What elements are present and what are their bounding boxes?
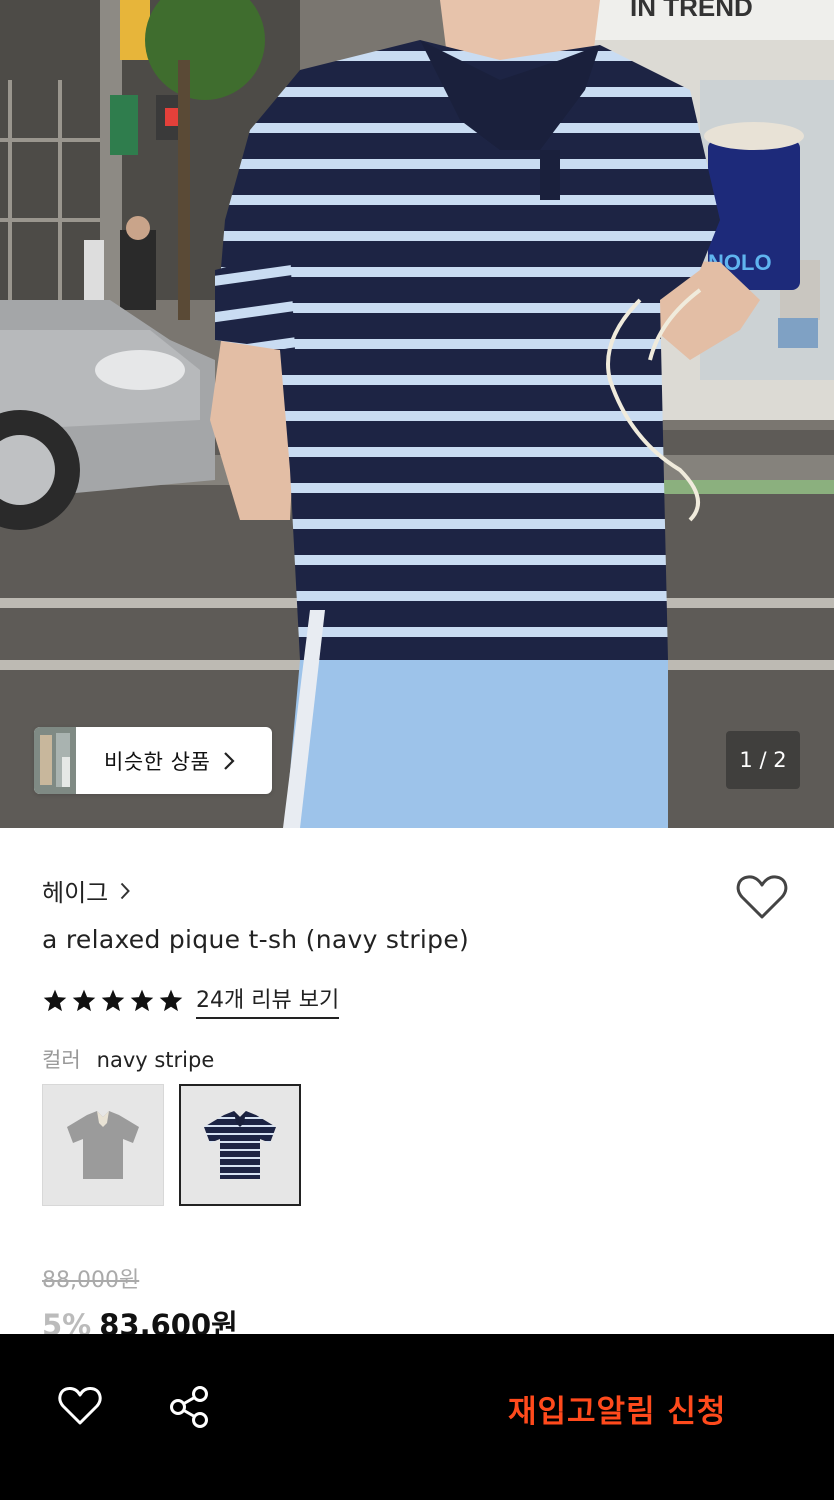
heart-icon[interactable] <box>736 874 788 920</box>
original-price: 88,000원 <box>42 1268 140 1293</box>
star-icon <box>43 989 67 1012</box>
similar-products-label: 비슷한 상품 <box>104 749 211 774</box>
product-photo: IN TREND NOLO <box>0 0 834 828</box>
star-icon <box>159 989 183 1012</box>
color-option-row: 컬러 navy stripe <box>42 1044 214 1074</box>
bottom-action-bar: 재입고알림 신청 <box>0 1334 834 1500</box>
brand-name: 헤이그 <box>42 879 109 907</box>
reviews-link[interactable]: 24개 리뷰 보기 <box>196 982 340 1019</box>
color-swatches <box>42 1084 301 1206</box>
chevron-right-icon <box>121 882 131 899</box>
product-title: a relaxed pique t-sh (navy stripe) <box>42 925 470 954</box>
restock-alert-button[interactable]: 재입고알림 신청 <box>508 1386 726 1431</box>
selected-color-value: navy stripe <box>96 1048 215 1072</box>
color-swatch-gray[interactable] <box>42 1084 164 1206</box>
rating-stars <box>42 988 184 1013</box>
image-pager-indicator: 1 / 2 <box>726 731 800 789</box>
similar-products-button[interactable]: 비슷한 상품 <box>34 727 272 794</box>
chevron-right-icon <box>224 751 235 770</box>
star-icon <box>130 989 154 1012</box>
building-sign-text: IN TREND <box>630 0 753 22</box>
star-icon <box>101 989 125 1012</box>
similar-products-thumbnail <box>34 727 76 794</box>
star-icon <box>72 989 96 1012</box>
color-swatch-navy-stripe[interactable] <box>179 1084 301 1206</box>
share-icon[interactable] <box>168 1385 210 1429</box>
color-label: 컬러 <box>42 1048 81 1072</box>
rating-row: 24개 리뷰 보기 <box>42 982 340 1019</box>
brand-link[interactable]: 헤이그 <box>42 873 131 908</box>
product-image-gallery[interactable]: IN TREND NOLO 비슷한 상품 1 / 2 <box>0 0 834 828</box>
gray-shirt-thumbnail <box>67 1111 139 1179</box>
navy-stripe-shirt-thumbnail <box>204 1111 276 1179</box>
heart-icon[interactable] <box>58 1386 102 1426</box>
